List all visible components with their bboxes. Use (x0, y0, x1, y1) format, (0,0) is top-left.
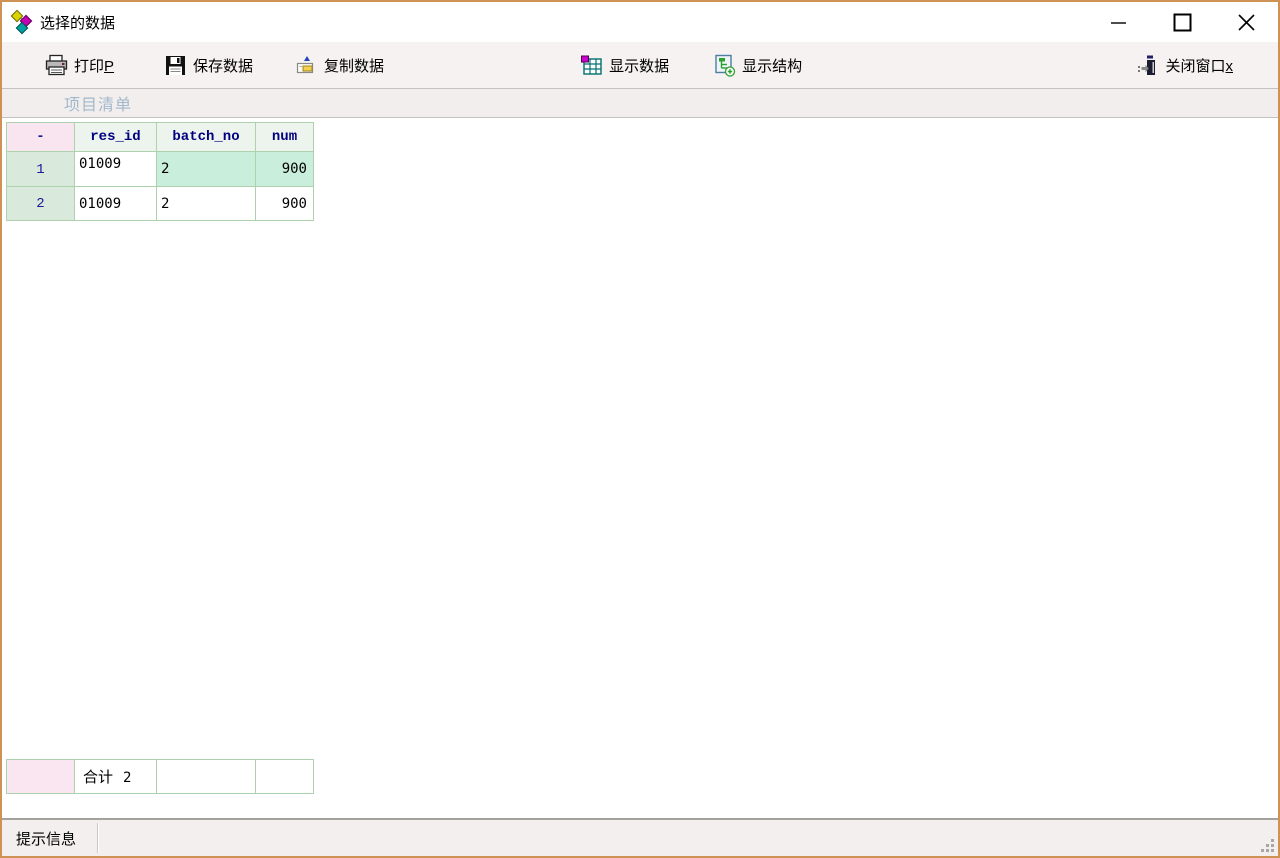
app-window: 选择的数据 (0, 0, 1280, 858)
copy-icon (295, 54, 318, 77)
status-separator (97, 823, 98, 853)
grid-corner-header[interactable]: - (7, 123, 75, 152)
toolbar: 打印P 保存数据 (2, 42, 1278, 88)
print-label: 打印P (74, 55, 114, 76)
res-id-cell[interactable]: 01009 (75, 187, 157, 221)
copy-data-button[interactable]: 复制数据 (292, 47, 387, 83)
total-corner-cell (7, 760, 75, 794)
total-label-cell: 合计 2 (75, 760, 157, 794)
show-data-icon (580, 54, 603, 77)
save-data-label: 保存数据 (193, 55, 253, 76)
batch-no-cell[interactable]: 2 (157, 152, 256, 187)
total-empty-cell (157, 760, 256, 794)
show-data-label: 显示数据 (609, 55, 669, 76)
data-grid: - res_id batch_no num 1 01009 2 900 2 01… (6, 122, 314, 221)
copy-data-label: 复制数据 (324, 55, 384, 76)
close-window-button[interactable]: 关闭窗口x (1133, 47, 1236, 83)
band-header: 项目清单 (2, 88, 1278, 118)
table-row: 2 01009 2 900 (7, 187, 314, 221)
num-cell[interactable]: 900 (256, 152, 314, 187)
window-title: 选择的数据 (40, 12, 115, 33)
close-window-label: 关闭窗口x (1165, 55, 1233, 76)
close-button[interactable] (1214, 2, 1278, 42)
exit-door-icon (1136, 54, 1159, 77)
totals-row: 合计 2 (6, 759, 314, 794)
status-message: 提示信息 (2, 828, 76, 849)
printer-icon (45, 54, 68, 77)
show-structure-label: 显示结构 (742, 55, 802, 76)
maximize-button[interactable] (1150, 2, 1214, 42)
batch-no-cell[interactable]: 2 (157, 187, 256, 221)
row-number-cell[interactable]: 1 (7, 152, 75, 187)
column-header-num[interactable]: num (256, 123, 314, 152)
app-diamonds-icon (9, 9, 35, 35)
resize-grip-icon[interactable] (1260, 838, 1275, 853)
minimize-button[interactable] (1086, 2, 1150, 42)
window-controls (1086, 2, 1278, 42)
show-structure-icon (713, 54, 736, 77)
total-label: 合计 (83, 769, 113, 786)
save-data-button[interactable]: 保存数据 (161, 47, 256, 83)
band-title: 项目清单 (64, 91, 132, 115)
res-id-cell[interactable]: 01009 (75, 152, 157, 187)
grid-header-row: - res_id batch_no num (7, 123, 314, 152)
column-header-batch-no[interactable]: batch_no (157, 123, 256, 152)
table-row: 1 01009 2 900 (7, 152, 314, 187)
row-number-cell[interactable]: 2 (7, 187, 75, 221)
show-structure-button[interactable]: 显示结构 (710, 47, 805, 83)
status-bar: 提示信息 (2, 818, 1278, 856)
column-header-res-id[interactable]: res_id (75, 123, 157, 152)
save-icon (164, 54, 187, 77)
main-area: - res_id batch_no num 1 01009 2 900 2 01… (2, 118, 1278, 818)
print-button[interactable]: 打印P (42, 47, 117, 83)
total-value: 2 (123, 770, 131, 786)
show-data-button[interactable]: 显示数据 (577, 47, 672, 83)
total-empty-cell (256, 760, 314, 794)
title-bar: 选择的数据 (2, 2, 1278, 42)
num-cell[interactable]: 900 (256, 187, 314, 221)
